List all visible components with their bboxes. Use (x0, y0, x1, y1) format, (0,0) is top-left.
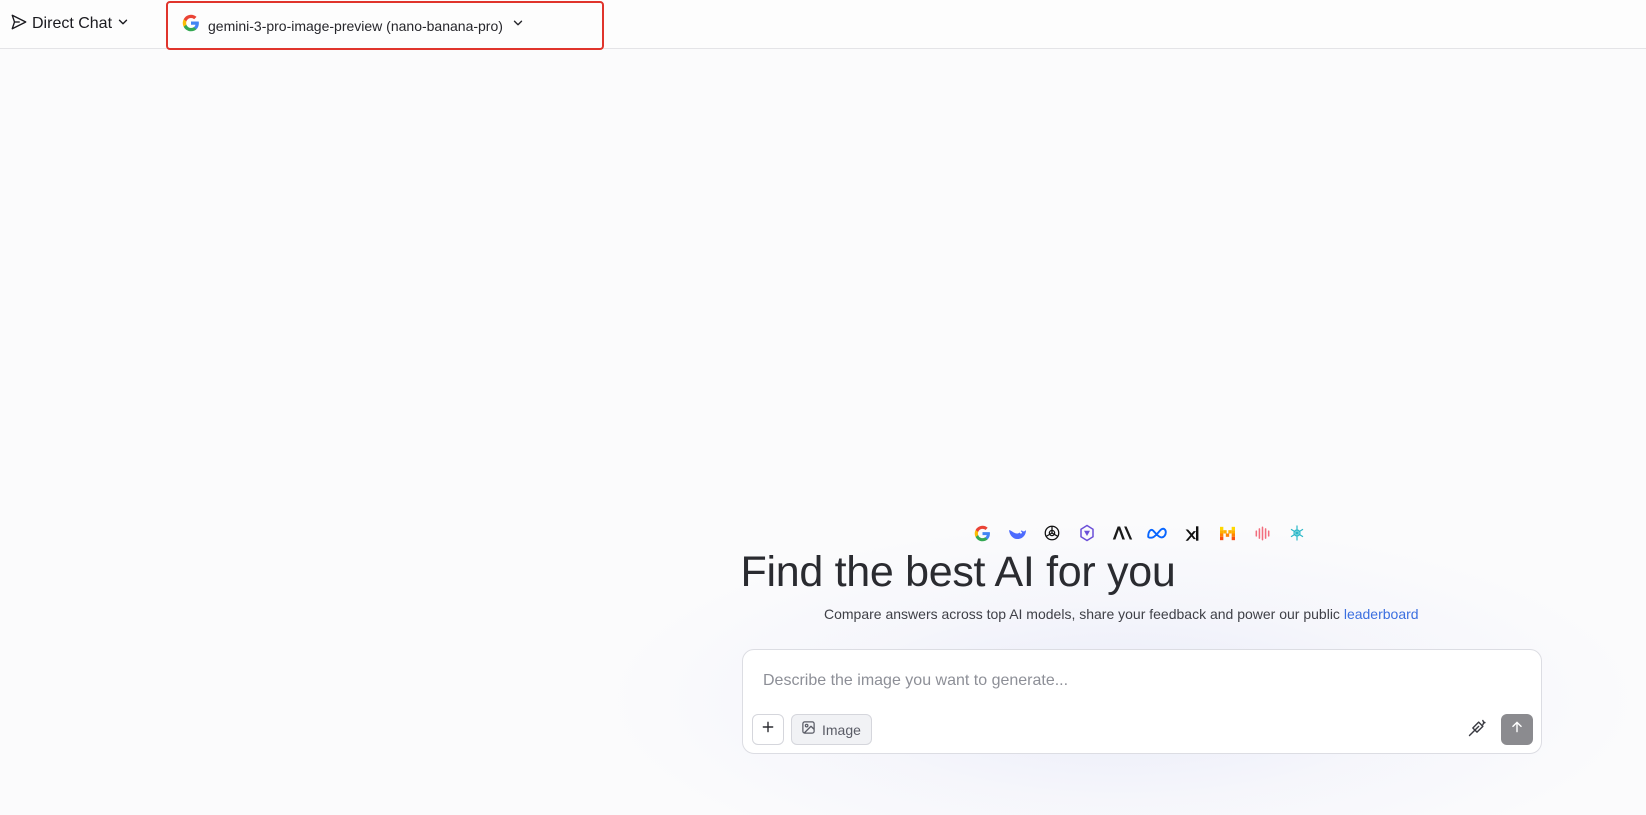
top-bar: Direct Chat gemini-3-pro-image-preview (… (0, 0, 1646, 50)
arrow-up-icon (1510, 720, 1524, 739)
subtitle-text: Compare answers across top AI models, sh… (824, 606, 1340, 622)
anthropic-logo-icon (1111, 522, 1133, 544)
provider-logos (971, 522, 1308, 544)
prompt-input[interactable] (763, 672, 1463, 690)
leaderboard-link[interactable]: leaderboard (1344, 606, 1419, 622)
provider-logo-icon (1251, 522, 1273, 544)
page-subtitle: Compare answers across top AI models, sh… (824, 606, 1419, 622)
magic-wand-icon (1467, 718, 1487, 743)
page: Direct Chat gemini-3-pro-image-preview (… (0, 0, 1646, 815)
deepseek-logo-icon (1006, 522, 1028, 544)
mistral-logo-icon (1216, 522, 1238, 544)
add-attachment-button[interactable] (752, 714, 784, 745)
meta-logo-icon (1146, 522, 1168, 544)
send-icon (10, 13, 28, 36)
page-title-text: Find the best AI for you (740, 548, 1176, 596)
model-selector-button[interactable]: gemini-3-pro-image-preview (nano-banana-… (166, 1, 604, 50)
enhance-prompt-button[interactable] (1463, 716, 1491, 744)
provider-logo-icon (1076, 522, 1098, 544)
mode-label: Direct Chat (32, 15, 113, 32)
image-icon (801, 720, 816, 740)
google-logo-icon (182, 14, 200, 37)
image-mode-label: Image (822, 721, 861, 738)
mode-selector-button[interactable]: Direct Chat (10, 10, 130, 38)
plus-icon (761, 720, 775, 739)
provider-logo-icon (1286, 522, 1308, 544)
send-button[interactable] (1501, 714, 1533, 745)
chevron-down-icon (116, 15, 130, 34)
page-title: Find the best AI for you (0, 548, 1646, 597)
xai-logo-icon (1181, 522, 1203, 544)
image-mode-button[interactable]: Image (791, 714, 872, 745)
prompt-composer: Image (742, 649, 1542, 754)
model-label: gemini-3-pro-image-preview (nano-banana-… (208, 17, 503, 34)
google-logo-icon (971, 522, 993, 544)
openai-logo-icon (1041, 522, 1063, 544)
chevron-down-icon (511, 16, 525, 35)
